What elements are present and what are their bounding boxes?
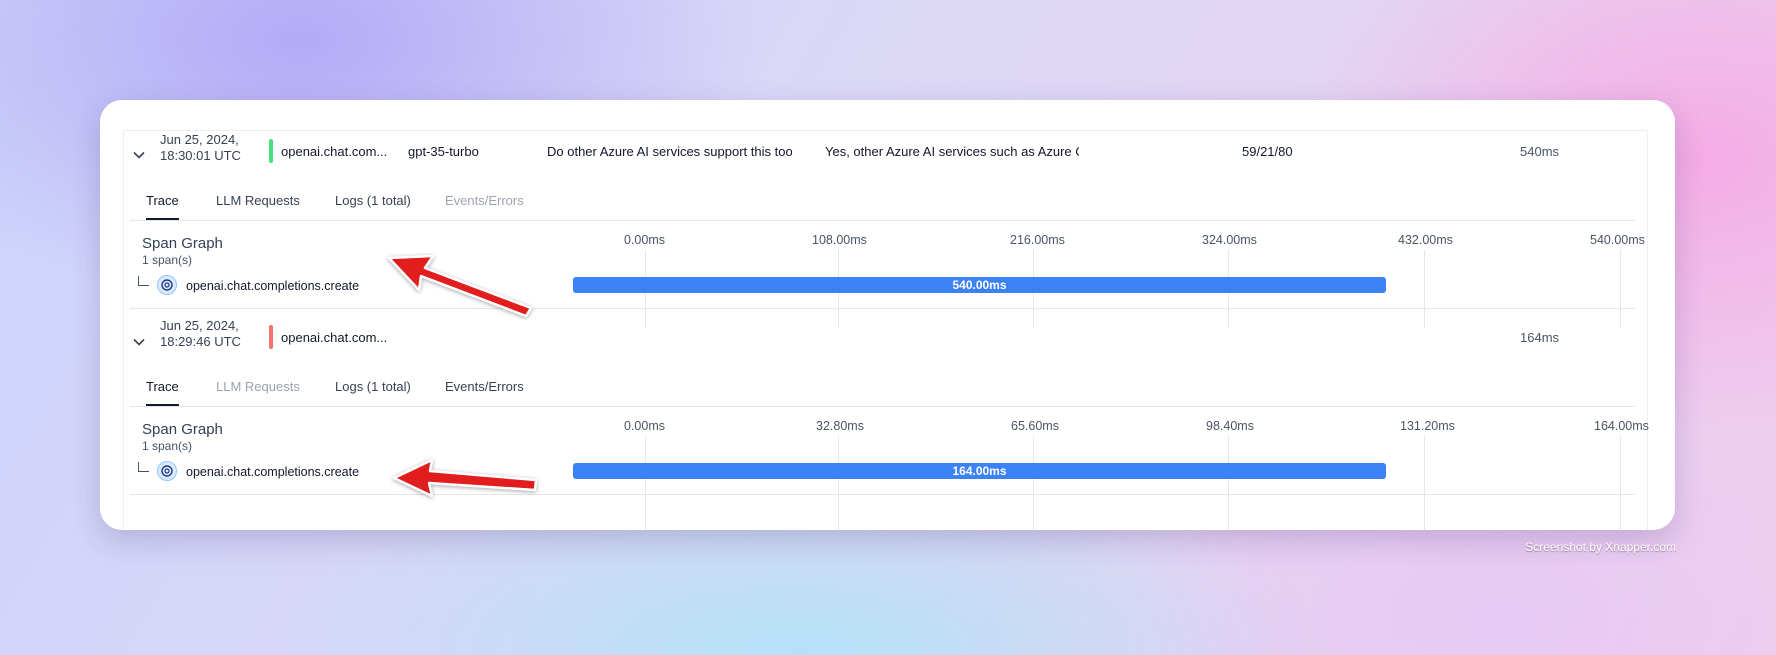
axis-tick-label: 108.00ms <box>812 233 867 247</box>
axis-tick-label: 216.00ms <box>1010 233 1065 247</box>
tab-trace[interactable]: Trace <box>146 193 179 220</box>
trace-date-line: Jun 25, 2024, <box>160 318 239 333</box>
span-name[interactable]: openai.chat.completions.create <box>186 465 359 479</box>
tab-trace[interactable]: Trace <box>146 379 179 406</box>
chevron-down-icon[interactable] <box>132 148 146 162</box>
axis-tick-label: 32.80ms <box>816 419 864 433</box>
status-indicator-error <box>269 325 273 349</box>
grid-line <box>1620 436 1621 530</box>
axis-tick-label: 432.00ms <box>1398 233 1453 247</box>
row-separator <box>130 308 1635 309</box>
grid-line <box>1033 436 1034 530</box>
tab-logs[interactable]: Logs (1 total) <box>335 193 411 219</box>
row-separator <box>130 494 1635 495</box>
span-duration-bar[interactable]: 540.00ms <box>573 277 1386 293</box>
grid-line <box>1424 436 1425 530</box>
red-arrow-annotation <box>392 458 538 498</box>
trace-name: openai.chat.com... <box>281 144 388 159</box>
trace-input: Do other Azure AI services support this … <box>547 144 792 159</box>
axis-tick-label: 164.00ms <box>1594 419 1649 433</box>
grid-line <box>838 436 839 530</box>
tab-logs[interactable]: Logs (1 total) <box>335 379 411 405</box>
red-arrow-annotation <box>387 254 533 318</box>
tab-events-errors[interactable]: Events/Errors <box>445 379 524 405</box>
tree-connector <box>138 276 149 286</box>
tab-events-errors[interactable]: Events/Errors <box>445 193 524 219</box>
tab-llm-requests[interactable]: LLM Requests <box>216 379 300 405</box>
span-duration-bar[interactable]: 164.00ms <box>573 463 1386 479</box>
trace-row-header[interactable]: Jun 25, 2024, 18:29:46 UTC openai.chat.c… <box>100 314 1675 364</box>
openai-logo-icon <box>157 275 177 295</box>
trace-row-header[interactable]: Jun 25, 2024, 18:30:01 UTC openai.chat.c… <box>100 130 1675 180</box>
axis-tick-label: 324.00ms <box>1202 233 1257 247</box>
axis-tick-label: 131.20ms <box>1400 419 1455 433</box>
status-indicator-success <box>269 139 273 163</box>
trace-time-line: 18:29:46 UTC <box>160 334 241 349</box>
span-graph-title: Span Graph <box>142 421 223 438</box>
trace-date-line: Jun 25, 2024, <box>160 132 239 147</box>
axis-tick-label: 65.60ms <box>1011 419 1059 433</box>
span-count: 1 span(s) <box>142 439 193 453</box>
tree-connector <box>138 462 149 472</box>
trace-model: gpt-35-turbo <box>408 144 479 159</box>
trace-date: Jun 25, 2024, 18:29:46 UTC <box>160 318 241 350</box>
trace-name: openai.chat.com... <box>281 330 388 345</box>
axis-tick-label: 540.00ms <box>1590 233 1645 247</box>
span-name[interactable]: openai.chat.completions.create <box>186 279 359 293</box>
trace-time-line: 18:30:01 UTC <box>160 148 241 163</box>
trace-output: Yes, other Azure AI services such as Azu… <box>825 144 1079 159</box>
watermark: Screenshot by Xnapper.com <box>1525 540 1676 554</box>
trace-tabs: Trace LLM Requests Logs (1 total) Events… <box>130 180 1635 221</box>
axis-tick-label: 98.40ms <box>1206 419 1254 433</box>
axis-tick-label: 0.00ms <box>624 233 665 247</box>
grid-line <box>645 436 646 530</box>
traces-card: Jun 25, 2024, 18:30:01 UTC openai.chat.c… <box>100 100 1675 530</box>
openai-logo-icon <box>157 461 177 481</box>
trace-tokens: 59/21/80 <box>1242 144 1293 159</box>
trace-latency: 164ms <box>1520 330 1560 345</box>
span-count: 1 span(s) <box>142 253 193 267</box>
trace-latency: 540ms <box>1520 144 1560 159</box>
trace-tabs: Trace LLM Requests Logs (1 total) Events… <box>130 366 1635 407</box>
grid-line <box>1228 436 1229 530</box>
span-graph-title: Span Graph <box>142 235 223 252</box>
tab-llm-requests[interactable]: LLM Requests <box>216 193 300 219</box>
chevron-down-icon[interactable] <box>132 335 146 349</box>
trace-date: Jun 25, 2024, 18:30:01 UTC <box>160 132 241 164</box>
axis-tick-label: 0.00ms <box>624 419 665 433</box>
